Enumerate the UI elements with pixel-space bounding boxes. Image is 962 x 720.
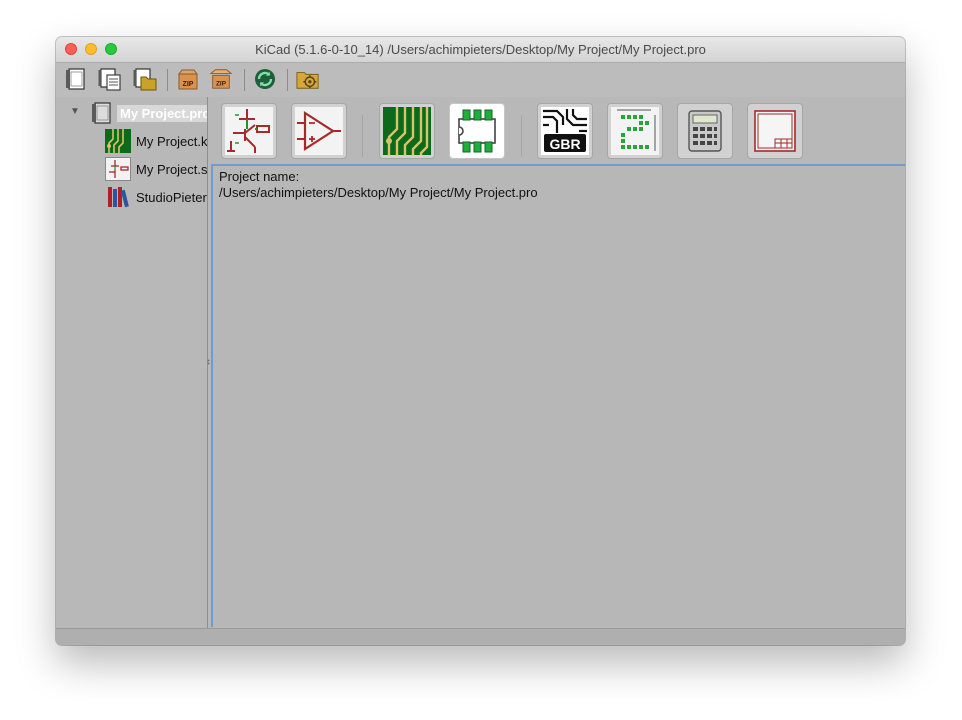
refresh-button[interactable] (253, 67, 277, 91)
project-folder-settings-icon (296, 72, 319, 89)
tree-item-library-file[interactable]: StudioPieters.lib (105, 185, 207, 209)
page-layout-editor-button[interactable] (747, 103, 803, 159)
open-project-icon (133, 68, 157, 91)
tree-root-label: My Project.pro (117, 104, 207, 122)
symbol-editor-button[interactable] (291, 103, 347, 159)
opamp-symbol-icon (295, 107, 343, 155)
tree-item-label: My Project.sch (136, 161, 208, 177)
calculator-icon (688, 110, 722, 152)
project-file-icon (92, 102, 111, 124)
library-books-icon (108, 187, 129, 208)
unarchive-zip-icon: ZIP (209, 69, 233, 89)
toolbar-separator (244, 69, 245, 91)
project-name-label: Project name: (219, 169, 300, 184)
schematic-editor-icon (225, 107, 273, 155)
pcb-layout-icon (383, 107, 431, 155)
chevron-down-icon[interactable]: ▼ (70, 106, 80, 117)
pcb-editor-button[interactable] (379, 103, 435, 159)
tree-item-label: StudioPieters.lib (136, 189, 207, 205)
footprint-editor-button[interactable] (449, 103, 505, 159)
image-converter-button[interactable] (607, 103, 663, 159)
tree-root-project[interactable]: My Project.pro (91, 101, 207, 125)
gerber-viewer-button[interactable]: GBR (537, 103, 593, 159)
main-toolbar: ZIP ZIP (56, 63, 905, 97)
open-project-button[interactable] (133, 67, 157, 91)
open-project-folder-button[interactable] (296, 67, 320, 91)
schematic-editor-button[interactable] (221, 103, 277, 159)
schematic-file-icon (105, 157, 131, 181)
footprint-icon (458, 109, 496, 153)
zip-label: ZIP (216, 80, 227, 87)
launcher-separator (521, 115, 522, 157)
bitmap-to-component-icon (611, 107, 659, 155)
refresh-icon (255, 69, 275, 89)
unarchive-project-button[interactable]: ZIP (209, 67, 233, 91)
new-project-button[interactable] (64, 67, 88, 91)
new-from-template-button[interactable] (98, 67, 122, 91)
toolbar-separator (287, 69, 288, 91)
tree-item-label: My Project.kicad_pcb (136, 133, 208, 149)
toolbar-separator (167, 69, 168, 91)
new-from-template-icon (98, 68, 121, 91)
launcher-separator (362, 115, 363, 157)
title-bar[interactable]: KiCad (5.1.6-0-10_14) /Users/achimpieter… (56, 37, 905, 63)
pcb-calculator-button[interactable] (677, 103, 733, 159)
tree-item-schematic-file[interactable]: My Project.sch (105, 157, 208, 181)
pcb-file-icon (105, 129, 131, 153)
project-tree[interactable]: ▼ My Project.pro My Project.kicad_pcb (56, 97, 208, 628)
page-layout-icon (754, 110, 796, 152)
splitter-grip-icon[interactable] (207, 359, 210, 365)
new-project-icon (66, 68, 85, 90)
archive-zip-icon: ZIP (178, 69, 198, 90)
zip-label: ZIP (183, 81, 194, 88)
project-path-text: /Users/achimpieters/Desktop/My Project/M… (219, 185, 538, 200)
status-bar (56, 628, 905, 645)
gbr-label: GBR (549, 136, 580, 152)
gerber-icon: GBR (541, 107, 589, 155)
project-info-panel: Project name: /Users/achimpieters/Deskto… (211, 164, 905, 627)
tree-item-pcb-file[interactable]: My Project.kicad_pcb (105, 129, 208, 153)
window-title: KiCad (5.1.6-0-10_14) /Users/achimpieter… (255, 42, 706, 57)
archive-project-button[interactable]: ZIP (176, 67, 200, 91)
kicad-window: KiCad (5.1.6-0-10_14) /Users/achimpieter… (56, 37, 905, 645)
